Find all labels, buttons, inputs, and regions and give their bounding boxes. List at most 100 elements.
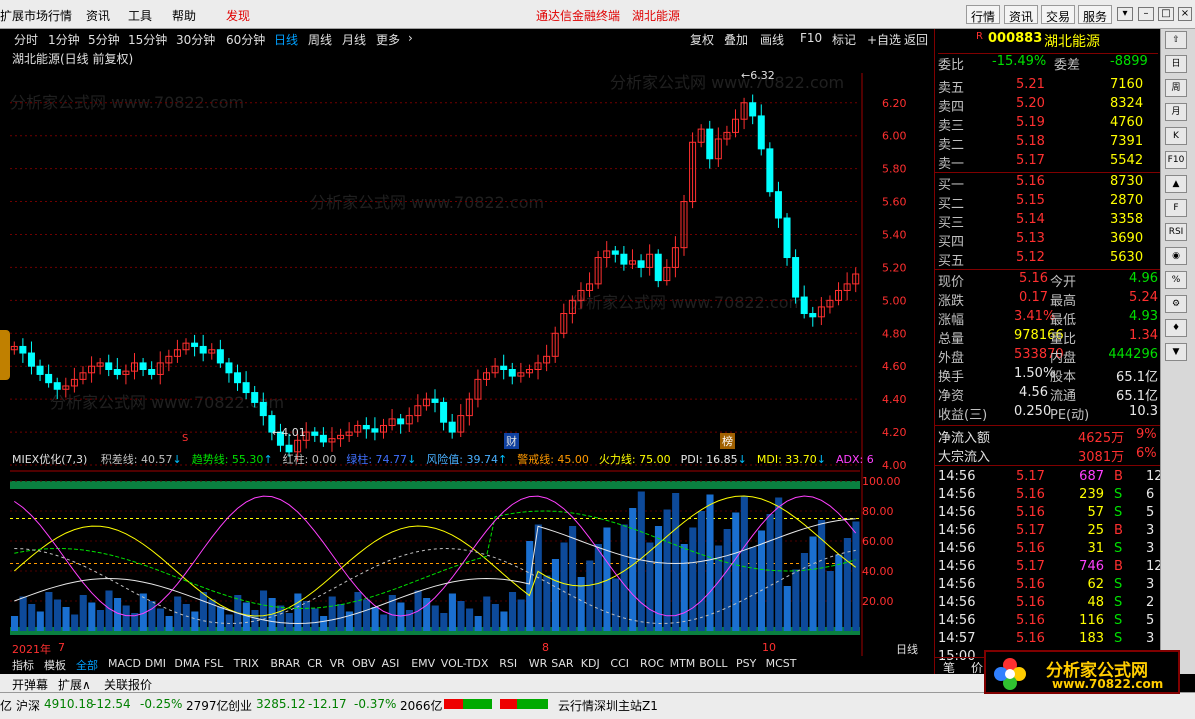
- indicator-chart[interactable]: 100.00 80.00 60.00 40.00 20.00: [10, 473, 934, 669]
- ask-row[interactable]: 卖三 5.19 4760: [938, 115, 1158, 134]
- sidebar-tool-icon[interactable]: ◉: [1165, 247, 1187, 265]
- sidebar-tool-icon[interactable]: ▲: [1165, 175, 1187, 193]
- menu-discover[interactable]: 发现: [226, 7, 250, 24]
- sidebar-tool-icon[interactable]: RSI: [1165, 223, 1187, 241]
- tool-draw[interactable]: 画线: [760, 31, 784, 48]
- period-5min[interactable]: 5分钟: [88, 31, 120, 48]
- indicator-tab[interactable]: BOLL: [699, 657, 727, 670]
- minimize-icon[interactable]: –: [1138, 7, 1154, 21]
- ind-bar: [191, 611, 199, 631]
- bid-row[interactable]: 买一 5.16 8730: [938, 174, 1158, 193]
- indicator-tab[interactable]: MACD: [108, 657, 141, 670]
- trade-button[interactable]: 交易: [1041, 5, 1076, 24]
- bid-row[interactable]: 买四 5.13 3690: [938, 231, 1158, 250]
- indicator-tab[interactable]: VOL-TDX: [441, 657, 489, 670]
- indicator-tab[interactable]: SAR: [551, 657, 573, 670]
- indicator-tab[interactable]: CCI: [610, 657, 629, 670]
- indicator-tab[interactable]: MTM: [670, 657, 696, 670]
- index-cy-label[interactable]: 创业: [228, 697, 252, 714]
- indicator-tab[interactable]: EMV: [411, 657, 435, 670]
- indicator-tab[interactable]: ASI: [382, 657, 400, 670]
- indicator-tab[interactable]: 模板: [44, 657, 66, 673]
- period-1min[interactable]: 1分钟: [48, 31, 80, 48]
- service-button[interactable]: 服务: [1078, 5, 1113, 24]
- collapse-handle[interactable]: [0, 330, 10, 380]
- menu-tools[interactable]: 工具: [128, 7, 152, 24]
- danmu-button[interactable]: 开弹幕: [12, 676, 48, 693]
- kline-chart[interactable]: 6.20 6.00 5.80 5.60 5.40 5.20 5.00 4.80 4.60 4.40…: [10, 73, 934, 473]
- tool-back[interactable]: 返回: [904, 31, 928, 48]
- indicator-tab[interactable]: VR: [330, 657, 345, 670]
- tool-add-favorite[interactable]: +自选: [867, 31, 901, 48]
- sidebar-tool-icon[interactable]: ▼: [1165, 343, 1187, 361]
- sidebar-tool-icon[interactable]: ⇧: [1165, 31, 1187, 49]
- app-title: 通达信金融终端: [536, 9, 621, 23]
- indicator-name[interactable]: MIEX优化(7,3): [12, 453, 87, 466]
- candle-down: [749, 102, 757, 117]
- period-next-icon[interactable]: ›: [408, 31, 413, 45]
- bid-row[interactable]: 买五 5.12 5630: [938, 250, 1158, 269]
- indicator-tab[interactable]: TRIX: [234, 657, 259, 670]
- news-button[interactable]: 资讯: [1004, 5, 1039, 24]
- indicator-tab[interactable]: 全部: [76, 657, 98, 673]
- bid-row[interactable]: 买二 5.15 2870: [938, 193, 1158, 212]
- sidebar-tool-icon[interactable]: 月: [1165, 103, 1187, 121]
- tool-overlay[interactable]: 叠加: [724, 31, 748, 48]
- menu-help[interactable]: 帮助: [172, 7, 196, 24]
- ind-bar: [380, 614, 388, 631]
- ranking-marker[interactable]: 榜: [720, 433, 735, 449]
- indicator-tab[interactable]: WR: [529, 657, 548, 670]
- index-sh-label[interactable]: 沪深: [16, 697, 40, 714]
- indicator-tab[interactable]: 指标: [12, 657, 34, 673]
- ask-row[interactable]: 卖二 5.18 7391: [938, 134, 1158, 153]
- period-weekly[interactable]: 周线: [308, 31, 332, 48]
- price-tick: 4.40: [882, 393, 907, 406]
- tick-row: 14:56 5.17 687 B 12: [938, 469, 1163, 484]
- ask-row[interactable]: 卖四 5.20 8324: [938, 96, 1158, 115]
- indicator-tab[interactable]: FSL: [204, 657, 223, 670]
- period-15min[interactable]: 15分钟: [128, 31, 167, 48]
- indicator-tab[interactable]: PSY: [736, 657, 756, 670]
- sidebar-tool-icon[interactable]: F10: [1165, 151, 1187, 169]
- sh-breadth-bar: [444, 699, 492, 709]
- indicator-tab[interactable]: BRAR: [270, 657, 300, 670]
- indicator-tab[interactable]: OBV: [352, 657, 375, 670]
- menu-market[interactable]: 扩展市场行情: [0, 7, 72, 24]
- server-status[interactable]: 云行情深圳主站Z1: [558, 697, 658, 714]
- indicator-tab[interactable]: KDJ: [581, 657, 600, 670]
- period-60min[interactable]: 60分钟: [226, 31, 265, 48]
- period-monthly[interactable]: 月线: [342, 31, 366, 48]
- menu-news[interactable]: 资讯: [86, 7, 110, 24]
- period-daily[interactable]: 日线: [274, 31, 298, 48]
- tool-fuquan[interactable]: 复权: [690, 31, 714, 48]
- indicator-tab[interactable]: ROC: [640, 657, 664, 670]
- sidebar-tool-icon[interactable]: K: [1165, 127, 1187, 145]
- related-quote-button[interactable]: 关联报价: [104, 676, 152, 693]
- sidebar-tool-icon[interactable]: F: [1165, 199, 1187, 217]
- indicator-tab[interactable]: CR: [307, 657, 322, 670]
- period-30min[interactable]: 30分钟: [176, 31, 215, 48]
- tick-row: 14:56 5.16 116 S 5: [938, 613, 1155, 628]
- sidebar-tool-icon[interactable]: 周: [1165, 79, 1187, 97]
- menu-icon[interactable]: ▾: [1117, 7, 1133, 21]
- tool-mark[interactable]: 标记: [832, 31, 856, 48]
- indicator-tab[interactable]: MCST: [766, 657, 797, 670]
- finance-marker[interactable]: 财: [504, 433, 519, 449]
- period-fenshi[interactable]: 分时: [14, 31, 38, 48]
- indicator-tab[interactable]: RSI: [499, 657, 517, 670]
- indicator-tab[interactable]: DMI: [145, 657, 166, 670]
- ask-row[interactable]: 卖一 5.17 5542: [938, 153, 1158, 172]
- period-more[interactable]: 更多: [376, 31, 400, 48]
- sidebar-tool-icon[interactable]: 日: [1165, 55, 1187, 73]
- tool-f10[interactable]: F10: [800, 31, 822, 45]
- bid-row[interactable]: 买三 5.14 3358: [938, 212, 1158, 231]
- sidebar-tool-icon[interactable]: %: [1165, 271, 1187, 289]
- close-icon[interactable]: ×: [1178, 7, 1192, 21]
- sidebar-tool-icon[interactable]: ♦: [1165, 319, 1187, 337]
- expand-button[interactable]: 扩展∧: [58, 676, 91, 693]
- ask-row[interactable]: 卖五 5.21 7160: [938, 77, 1158, 96]
- maximize-icon[interactable]: □: [1158, 7, 1174, 21]
- sidebar-tool-icon[interactable]: ⚙: [1165, 295, 1187, 313]
- quote-button[interactable]: 行情: [966, 5, 1001, 24]
- indicator-tab[interactable]: DMA: [174, 657, 200, 670]
